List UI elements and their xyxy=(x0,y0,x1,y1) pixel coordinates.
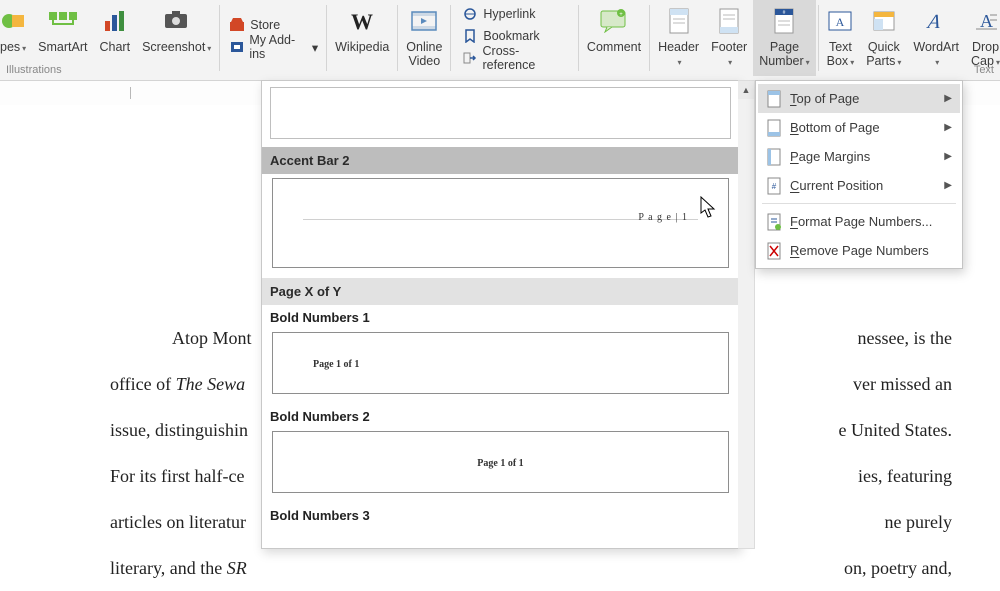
footer-icon xyxy=(717,4,741,38)
menu-page-margins[interactable]: Page Margins ▶ xyxy=(758,142,960,171)
screenshot-icon xyxy=(163,4,191,38)
svg-text:W: W xyxy=(351,9,373,33)
video-icon xyxy=(410,4,438,38)
comment-icon: + xyxy=(599,4,629,38)
hyperlink-button[interactable]: Hyperlink xyxy=(461,3,568,25)
header-icon xyxy=(667,4,691,38)
myaddins-button[interactable]: My Add-ins▾ xyxy=(228,36,318,58)
chart-icon xyxy=(103,4,127,38)
bottom-of-page-icon xyxy=(764,119,784,137)
menu-current-position[interactable]: # Current Position ▶ xyxy=(758,171,960,200)
quickparts-icon xyxy=(871,4,897,38)
wikipedia-icon: W xyxy=(347,4,377,38)
group-illustrations: Illustrations xyxy=(6,62,62,80)
svg-text:#: # xyxy=(772,182,777,191)
wikipedia-button[interactable]: W Wikipedia xyxy=(329,0,395,76)
page-margins-icon xyxy=(764,148,784,166)
header-button[interactable]: Header▾ xyxy=(652,0,705,76)
menu-remove-pagenumbers[interactable]: Remove Page Numbers xyxy=(758,236,960,265)
crossref-button[interactable]: Cross-reference xyxy=(461,47,568,69)
addins-icon xyxy=(228,40,245,54)
quickparts-button[interactable]: QuickParts▾ xyxy=(860,0,907,76)
gallery-category-accent: Accent Bar 2 xyxy=(262,147,739,174)
menu-top-of-page[interactable]: Top of Page ▶ xyxy=(758,84,960,113)
format-icon xyxy=(764,213,784,231)
gallery-category-xy: Page X of Y xyxy=(262,278,739,305)
group-text: Text xyxy=(974,62,994,80)
svg-text:A: A xyxy=(980,11,993,31)
pagenumber-icon: # xyxy=(772,4,796,38)
pagenumber-menu: Top of Page ▶ Bottom of Page ▶ Page Marg… xyxy=(755,80,963,269)
svg-text:A: A xyxy=(836,15,845,29)
gallery-item-bold2[interactable]: Page 1 of 1 xyxy=(272,431,729,493)
pagenumber-gallery[interactable]: Accent Bar 2 P a g e | 1 Page X of Y Bol… xyxy=(261,80,740,549)
submenu-arrow-icon: ▶ xyxy=(944,93,952,104)
bookmark-icon xyxy=(461,29,479,43)
menu-format-pagenumbers[interactable]: Format Page Numbers... xyxy=(758,207,960,236)
pagenumber-button[interactable]: # PageNumber▾ xyxy=(753,0,815,76)
gallery-item-bold1[interactable]: Page 1 of 1 xyxy=(272,332,729,394)
textbox-icon: A xyxy=(827,4,853,38)
gallery-item-bold3-label: Bold Numbers 3 xyxy=(262,503,739,526)
mouse-cursor xyxy=(700,196,718,220)
wordart-button[interactable]: A WordArt▾ xyxy=(907,0,965,76)
onlinevideo-button[interactable]: OnlineVideo xyxy=(400,0,448,76)
gallery-item-accentbar2[interactable]: P a g e | 1 xyxy=(272,178,729,268)
hyperlink-icon xyxy=(461,7,479,21)
textbox-button[interactable]: A TextBox▾ xyxy=(821,0,861,76)
svg-text:A: A xyxy=(925,11,943,33)
svg-text:+: + xyxy=(619,12,623,18)
addins-group: Store My Add-ins▾ xyxy=(222,0,324,72)
smartart-icon xyxy=(49,4,77,38)
wordart-icon: A xyxy=(923,4,949,38)
ribbon-insert: pes▾ SmartArt Chart Screenshot▾ Store My… xyxy=(0,0,1000,81)
svg-text:#: # xyxy=(783,10,786,16)
current-position-icon: # xyxy=(764,177,784,195)
gallery-scrollbar[interactable]: ▲ xyxy=(738,80,755,549)
gallery-item-bold2-label: Bold Numbers 2 xyxy=(262,404,739,427)
crossref-icon xyxy=(461,51,478,65)
shapes-icon xyxy=(0,4,26,38)
gallery-item-bold1-label: Bold Numbers 1 xyxy=(262,305,739,328)
scroll-up-arrow[interactable]: ▲ xyxy=(738,81,754,99)
store-icon xyxy=(228,18,246,32)
comment-button[interactable]: + Comment xyxy=(581,0,647,76)
top-of-page-icon xyxy=(764,90,784,108)
footer-button[interactable]: Footer▾ xyxy=(705,0,753,76)
screenshot-button[interactable]: Screenshot▾ xyxy=(136,0,217,76)
dropcap-icon: A xyxy=(973,4,999,38)
gallery-prev-item[interactable] xyxy=(270,87,731,139)
menu-bottom-of-page[interactable]: Bottom of Page ▶ xyxy=(758,113,960,142)
chart-button[interactable]: Chart xyxy=(93,0,136,76)
links-group: Hyperlink Bookmark Cross-reference xyxy=(453,0,576,72)
remove-icon xyxy=(764,242,784,260)
